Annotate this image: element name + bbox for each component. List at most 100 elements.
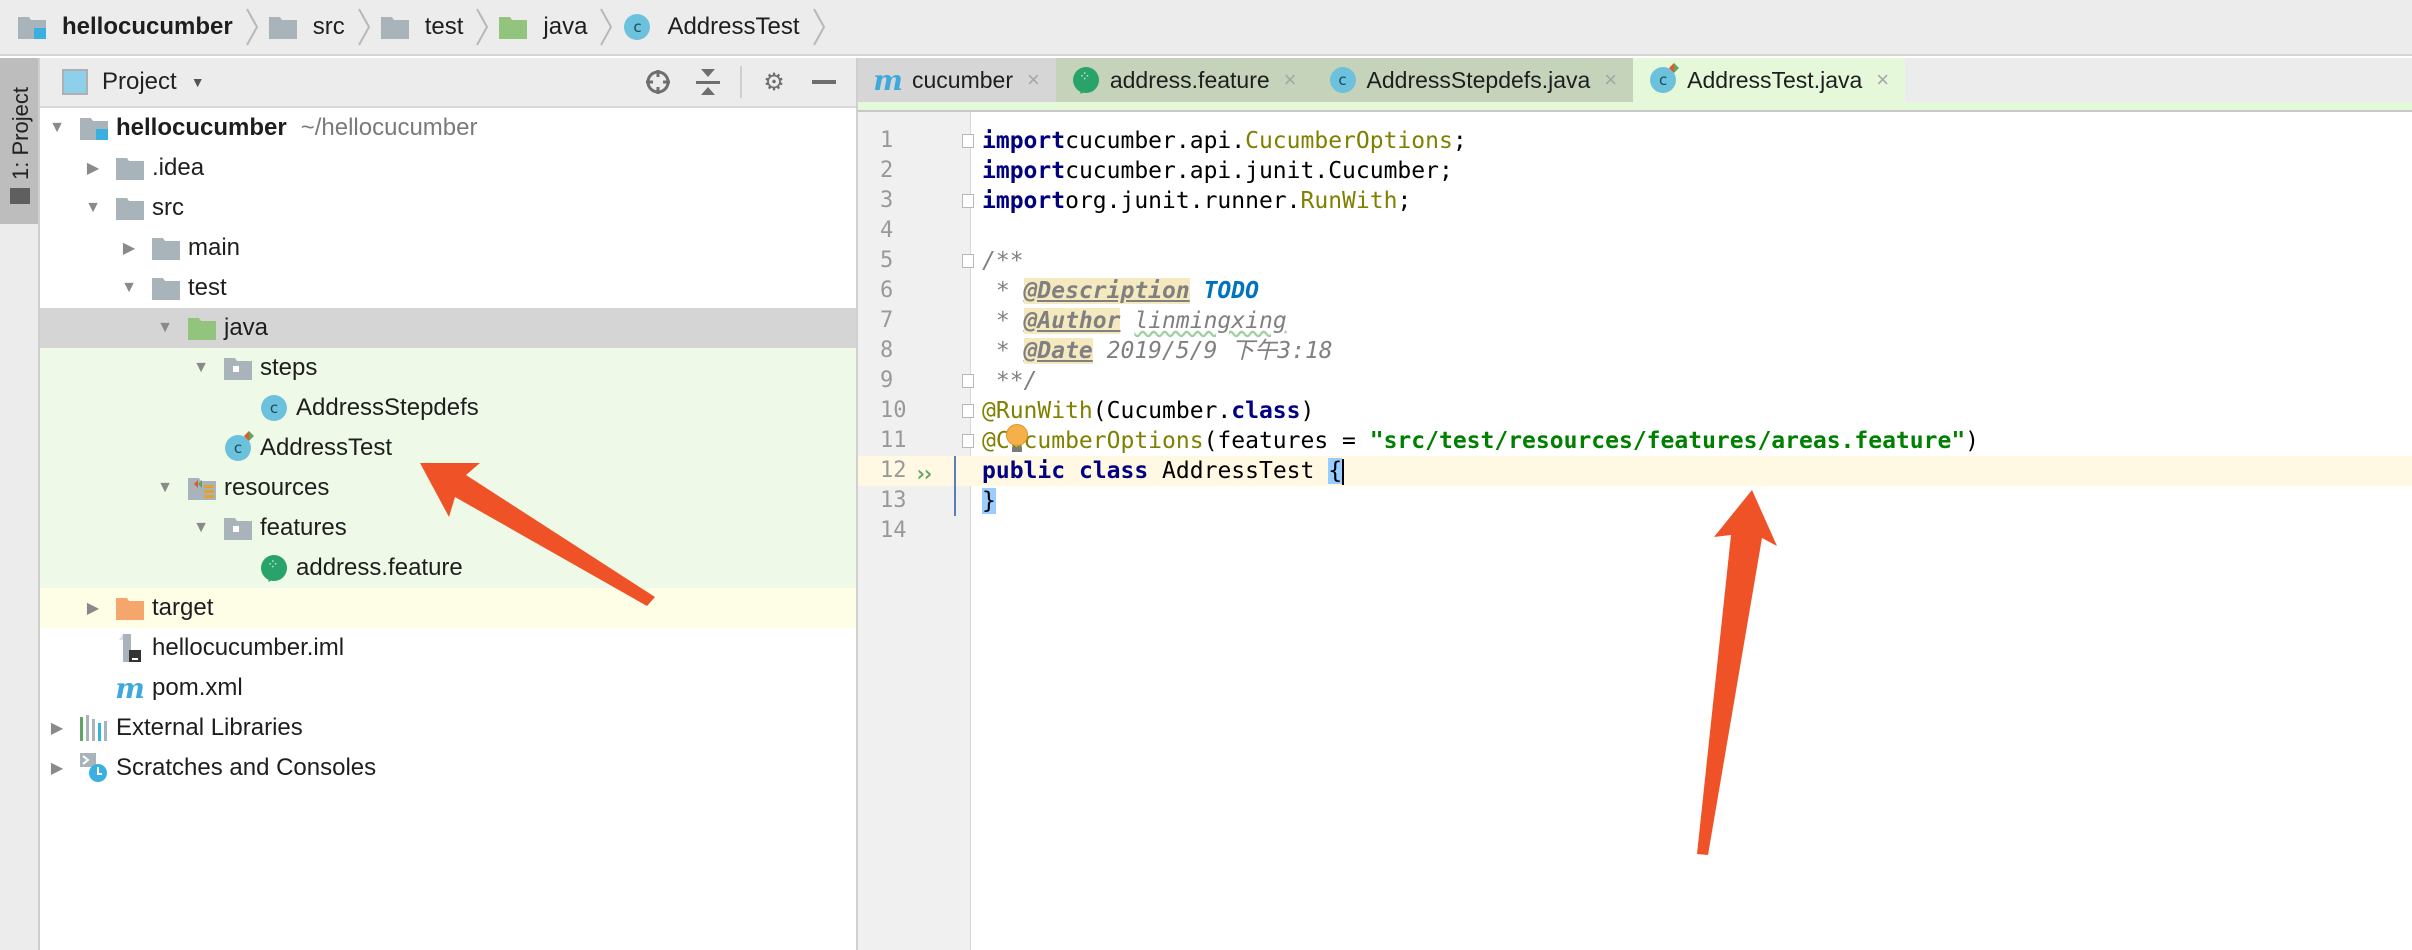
tree-node[interactable]: ▶ .idea [40, 148, 856, 188]
code-line[interactable]: 11 @CucumberOptions(features = "src/test/… [858, 424, 2412, 456]
code-line[interactable]: 4 [858, 216, 2412, 246]
tree-node-label: features [260, 514, 347, 541]
chevron-down-icon[interactable]: ▼ [191, 74, 205, 90]
tree-node[interactable]: ▼ features [40, 508, 856, 548]
fold-icon[interactable] [962, 374, 974, 388]
tree-node[interactable]: ▼ hellocucumber ~/hellocucumber [40, 108, 856, 148]
expanded-arrow-icon[interactable]: ▼ [156, 479, 174, 497]
tree-node[interactable]: ▶ External Libraries [40, 708, 856, 748]
fold-icon[interactable] [962, 194, 974, 208]
collapsed-arrow-icon[interactable]: ▶ [120, 238, 138, 258]
tree-node[interactable]: c AddressStepdefs [40, 388, 856, 428]
tree-node[interactable]: ▶ main [40, 228, 856, 268]
code-line[interactable]: 14 [858, 516, 2412, 546]
close-icon[interactable]: × [1027, 67, 1040, 93]
code-line[interactable]: 8 * @Date 2019/5/9 下午3:18 [858, 336, 2412, 366]
fold-icon[interactable] [962, 434, 974, 448]
breadcrumb-separator-icon [599, 7, 613, 47]
code-text: @CucumberOptions(features = "src/test/re… [982, 426, 1979, 456]
code-line[interactable]: 7 * @Author linmingxing [858, 306, 2412, 336]
test-source-folder-icon [188, 314, 216, 342]
collapse-all-icon[interactable] [690, 64, 726, 100]
editor-tab[interactable]: address.feature × [1055, 58, 1313, 102]
code-line[interactable]: 5 /** [858, 246, 2412, 276]
close-icon[interactable]: × [1284, 67, 1297, 93]
code-line[interactable]: 2 importcucumber.api.junit.Cucumber; [858, 156, 2412, 186]
tree-node[interactable]: ▶ Scratches and Consoles [40, 748, 856, 788]
expanded-arrow-icon[interactable]: ▼ [120, 279, 138, 297]
code-token: CucumberOptions [1245, 128, 1453, 154]
code-token: ) [1965, 428, 1980, 454]
expanded-arrow-icon[interactable]: ▼ [84, 199, 102, 217]
collapsed-arrow-icon[interactable]: ▶ [48, 758, 66, 778]
code-text: @RunWith(Cucumber.class) [982, 396, 1314, 426]
code-line[interactable]: 13} [858, 486, 2412, 516]
code-token: "src/test/resources/features/areas.featu… [1369, 428, 1966, 454]
breadcrumb-item[interactable]: src [268, 0, 381, 55]
locate-icon[interactable] [640, 64, 676, 100]
close-icon[interactable]: × [1876, 67, 1889, 93]
collapsed-arrow-icon[interactable]: ▶ [48, 718, 66, 738]
fold-icon[interactable] [962, 254, 974, 268]
cucumber-icon [1072, 66, 1100, 94]
tree-node[interactable]: hellocucumber.iml [40, 628, 856, 668]
code-line[interactable]: 3 importorg.junit.runner.RunWith; [858, 186, 2412, 216]
tree-node[interactable]: ▶ target [40, 588, 856, 628]
line-number: 12 [880, 458, 907, 483]
lightbulb-icon[interactable] [1006, 424, 1028, 452]
tree-node[interactable]: ▼ steps [40, 348, 856, 388]
code-line[interactable]: 6 * @Description TODO [858, 276, 2412, 306]
scratches-icon [80, 753, 108, 782]
code-token: } [982, 488, 996, 514]
code-line[interactable]: 9 **/ [858, 366, 2412, 396]
tree-node[interactable]: address.feature [40, 548, 856, 588]
tree-node[interactable]: m pom.xml [40, 668, 856, 708]
line-number: 8 [880, 338, 894, 363]
editor-tab[interactable]: c AddressTest.java × [1633, 58, 1906, 102]
minimize-icon[interactable] [806, 64, 842, 100]
breadcrumb-separator-icon [812, 7, 826, 47]
tree-node[interactable]: ▼ src [40, 188, 856, 228]
maven-icon: m [873, 63, 903, 97]
project-panel-header: Project ▼ ⚙ [40, 58, 856, 108]
breadcrumb-item[interactable]: java [499, 0, 623, 55]
fold-icon[interactable] [962, 134, 974, 148]
expanded-arrow-icon[interactable]: ▼ [192, 519, 210, 537]
breadcrumb-item[interactable]: test [380, 0, 500, 55]
line-number: 3 [880, 188, 894, 213]
tree-node[interactable]: ▼ test [40, 268, 856, 308]
tree-node[interactable]: c AddressTest [40, 428, 856, 468]
tree-node[interactable]: ▼ resources [40, 468, 856, 508]
code-editor[interactable]: 1 importcucumber.api.CucumberOptions; 2 imp… [858, 112, 2412, 950]
code-line[interactable]: 10 @RunWith(Cucumber.class) [858, 396, 2412, 426]
collapsed-arrow-icon[interactable]: ▶ [84, 158, 102, 178]
breadcrumb-item[interactable]: hellocucumber [18, 0, 269, 55]
expanded-arrow-icon[interactable]: ▼ [156, 319, 174, 337]
expanded-arrow-icon[interactable]: ▼ [48, 119, 66, 137]
project-tool-window-button[interactable]: 1: Project [0, 58, 38, 224]
tree-node-label: steps [260, 354, 318, 381]
tree-node[interactable]: ▼ java [40, 308, 856, 348]
tree-node-label: target [152, 594, 214, 621]
gear-icon[interactable]: ⚙ [756, 64, 792, 100]
expanded-arrow-icon[interactable]: ▼ [192, 359, 210, 377]
code-token: @RunWith [982, 398, 1093, 424]
breadcrumb-label: java [543, 13, 588, 40]
code-line[interactable]: 12 ›› public class AddressTest { [858, 456, 2412, 487]
cucumber-icon [260, 554, 288, 582]
breadcrumb-item[interactable]: c AddressTest [623, 0, 835, 55]
code-line[interactable]: 1 importcucumber.api.CucumberOptions; [858, 126, 2412, 156]
tree-node-label: AddressStepdefs [296, 394, 479, 421]
close-icon[interactable]: × [1604, 67, 1617, 93]
code-token: import [982, 128, 1066, 154]
code-token: * [982, 338, 1024, 364]
code-token: **/ [982, 368, 1038, 394]
code-token: TODO [1203, 278, 1259, 304]
editor-tab[interactable]: m cucumber × [858, 58, 1056, 102]
collapsed-arrow-icon[interactable]: ▶ [84, 598, 102, 618]
editor-tab-label: AddressStepdefs.java [1366, 66, 1591, 93]
editor-tab[interactable]: c AddressStepdefs.java × [1312, 58, 1634, 102]
fold-icon[interactable] [962, 404, 974, 418]
code-token: ; [1397, 188, 1412, 214]
project-view-selector[interactable]: Project [102, 68, 177, 96]
